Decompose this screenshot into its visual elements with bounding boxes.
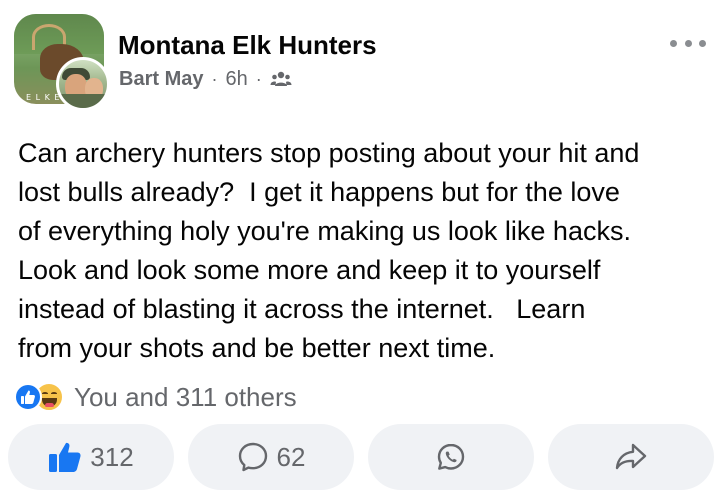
comment-count: 62 bbox=[276, 441, 306, 472]
group-avatar-caption: E L K E bbox=[26, 93, 61, 102]
post-header: E L K E Montana Elk Hunters Bart May · 6… bbox=[0, 0, 720, 112]
whatsapp-share-button[interactable] bbox=[368, 424, 534, 490]
comment-icon bbox=[238, 442, 267, 472]
like-button[interactable]: 312 bbox=[8, 424, 174, 490]
share-icon bbox=[615, 443, 647, 470]
author-avatar[interactable] bbox=[56, 57, 110, 111]
like-reaction-icon bbox=[14, 383, 42, 411]
more-options-icon[interactable] bbox=[670, 38, 706, 48]
reaction-summary-row[interactable]: You and 311 others bbox=[14, 380, 297, 414]
like-icon bbox=[49, 442, 81, 472]
comment-button[interactable]: 62 bbox=[188, 424, 354, 490]
post-text: Can archery hunters stop posting about y… bbox=[18, 138, 640, 363]
like-count: 312 bbox=[90, 441, 134, 472]
share-button[interactable] bbox=[548, 424, 714, 490]
members-icon[interactable] bbox=[270, 70, 292, 88]
action-bar: 312 62 bbox=[0, 424, 720, 492]
post-meta: Bart May · 6h · bbox=[119, 66, 292, 92]
more-dot bbox=[684, 39, 692, 47]
group-name[interactable]: Montana Elk Hunters bbox=[118, 30, 377, 61]
more-dot bbox=[670, 39, 677, 47]
reaction-summary-text[interactable]: You and 311 others bbox=[74, 382, 297, 413]
more-dot bbox=[699, 39, 706, 47]
author-name[interactable]: Bart May bbox=[119, 68, 203, 91]
meta-separator: · bbox=[211, 68, 218, 89]
avatar-shirt bbox=[59, 94, 107, 108]
whatsapp-icon bbox=[437, 443, 465, 470]
meta-separator-2: · bbox=[255, 68, 262, 89]
post-time[interactable]: 6h bbox=[225, 68, 247, 91]
